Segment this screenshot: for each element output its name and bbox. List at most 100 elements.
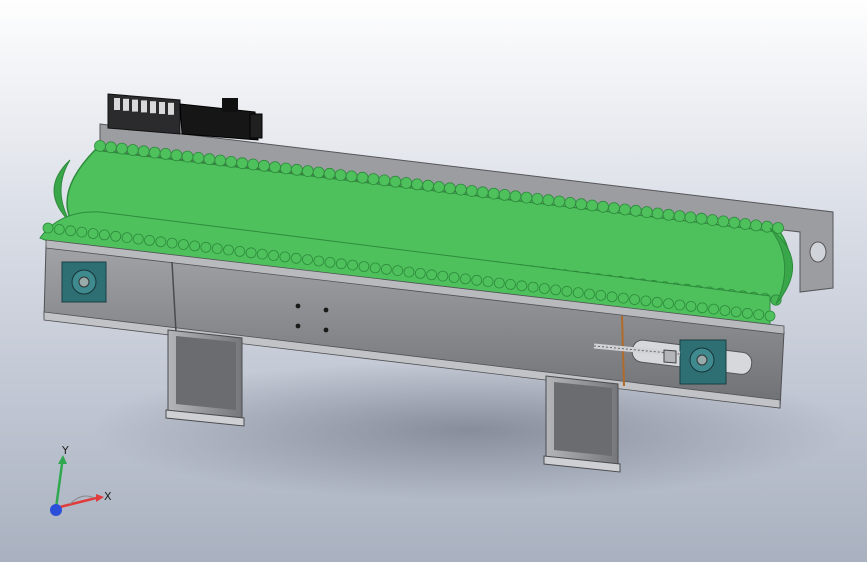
belt-cleat [542, 194, 555, 207]
x-axis-label: X [104, 490, 112, 503]
belt-cleat [279, 251, 291, 263]
belt-cleat [539, 283, 550, 294]
belt-cleat [392, 265, 404, 277]
belt-cleat [403, 266, 415, 278]
belt-cleat [717, 215, 730, 228]
belt-cleat [347, 259, 359, 271]
belt-cleat [247, 158, 260, 171]
belt-cleat [662, 208, 675, 221]
belt-cleat [155, 236, 167, 248]
belt-cleat [301, 165, 314, 178]
reducer-fin [114, 98, 120, 110]
belt-cleat [584, 288, 595, 300]
belt-cleat [290, 252, 302, 264]
belt-cleat [629, 294, 640, 305]
reducer-fin [141, 100, 147, 113]
belt-cleat [166, 237, 178, 249]
belt-cleat [126, 144, 139, 156]
belt-cleat [561, 285, 573, 297]
conveyor-model-view[interactable]: X Y [0, 0, 867, 562]
belt-cleat [256, 248, 268, 260]
belt-cleat [290, 163, 303, 176]
motor-rear-cap [249, 113, 263, 139]
belt-cleat [378, 174, 391, 187]
motor-body [179, 103, 259, 141]
belt-cleat [53, 223, 65, 235]
motor-terminal-box [222, 98, 238, 112]
belt-cleat [268, 250, 280, 261]
belt-cleat [110, 230, 122, 242]
y-axis-label: Y [61, 444, 69, 457]
belt-cleat [148, 146, 161, 159]
belt-cleat [334, 169, 347, 182]
belt-cleat [356, 171, 369, 184]
belt-cleat [640, 206, 653, 219]
bearing-shaft [78, 276, 90, 288]
belt-cleat [335, 258, 347, 270]
belt-cleat [482, 276, 494, 288]
belt-cleat [575, 198, 588, 211]
reducer-fin [123, 98, 129, 111]
belt-cleat [211, 243, 223, 255]
belt-cleat [437, 270, 449, 282]
belt-cleat [742, 307, 753, 319]
belt-cleat [137, 145, 150, 158]
belt-cleat [531, 192, 544, 205]
belt-cleat [433, 181, 445, 193]
belt-cleat [426, 269, 438, 281]
belt-cleat [269, 161, 281, 174]
belt-cleat [181, 150, 194, 163]
belt-cleat [564, 196, 577, 209]
cad-viewport[interactable]: X Y [0, 0, 867, 562]
y-axis-line [54, 463, 64, 509]
reducer-fin [150, 101, 156, 114]
belt-cleat [94, 140, 106, 152]
belt-cleat [739, 218, 752, 230]
belt-cleat [476, 186, 489, 199]
belt-cleat [606, 291, 618, 303]
belt-cleat [105, 141, 117, 154]
belt-cleat [695, 212, 708, 225]
belt-cleat [443, 182, 456, 195]
belt-cleat [619, 203, 631, 216]
support-leg-right[interactable] [543, 375, 621, 473]
belt-cleat [520, 191, 533, 204]
belt-cleat [487, 187, 500, 200]
belt-cleat [159, 147, 172, 160]
belt-cleat [764, 310, 776, 322]
belt-cleat [553, 195, 566, 208]
belt-cleat [324, 256, 336, 268]
belt-cleat [400, 177, 413, 189]
tension-nut [663, 349, 677, 364]
belt-cleat [234, 245, 246, 257]
belt-cleat [214, 154, 227, 167]
reducer-fin [159, 102, 165, 114]
belt-cleat [706, 214, 719, 227]
support-leg-left[interactable] [165, 329, 245, 427]
belt-cleat [389, 175, 402, 188]
belt-cleat [302, 254, 313, 266]
belt-cleat [448, 272, 460, 283]
belt-cleat [192, 151, 205, 164]
belt-cleat [550, 284, 562, 296]
belt-cleat [422, 179, 435, 192]
belt-cleat [493, 277, 505, 289]
axis-triad[interactable]: X Y [50, 444, 112, 516]
back-rail-slot [809, 241, 827, 263]
belt-cleat [663, 298, 674, 310]
belt-cleat [380, 263, 392, 275]
belt-cleat [597, 200, 609, 213]
belt-cleat [617, 292, 629, 304]
belt-cleat [99, 229, 110, 241]
belt-cleat [411, 178, 424, 191]
belt-cleat [471, 274, 483, 286]
x-axis-arrow [96, 494, 104, 502]
belt-cleat [87, 228, 99, 239]
belt-cleat [595, 289, 607, 301]
bearing-block-left[interactable] [61, 261, 107, 303]
belt-cleat [750, 219, 762, 232]
belt-cleat [225, 155, 238, 168]
belt-cleat [629, 204, 642, 217]
belt-cleat [189, 240, 201, 252]
belt-cleat [719, 305, 731, 316]
